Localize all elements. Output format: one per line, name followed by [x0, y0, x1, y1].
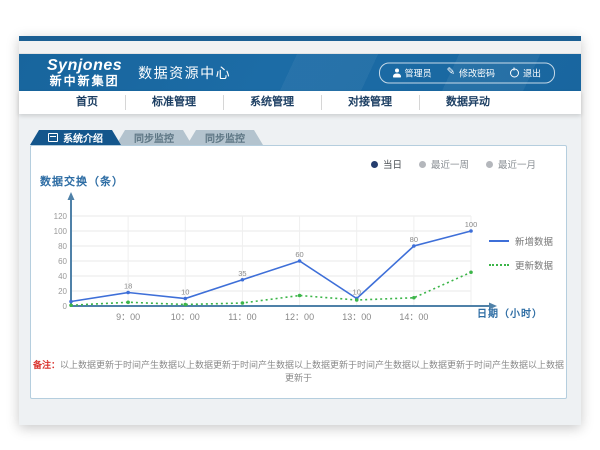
filter-last-month-label: 最近一月 — [498, 157, 536, 171]
document-icon — [48, 133, 58, 142]
power-icon — [510, 68, 519, 77]
y-tick-label: 80 — [58, 242, 67, 251]
filter-last-week[interactable]: 最近一周 — [419, 157, 469, 171]
x-tick-label: 11：00 — [228, 312, 256, 322]
tab-bar: 系统介绍 同步监控 同步监控 — [30, 130, 258, 145]
legend-item-new-data[interactable]: 新增数据 — [489, 234, 553, 248]
user-menu-change-password-label: 修改密码 — [459, 66, 495, 79]
user-menu-change-password[interactable]: ✎ 修改密码 — [447, 66, 495, 79]
footnote-text: 以上数据更新于时间产生数据以上数据更新于时间产生数据以上数据更新于时间产生数据以… — [60, 360, 564, 383]
user-menu-logout-label: 退出 — [523, 66, 541, 79]
x-axis-title: 日期（小时） — [477, 305, 543, 320]
footnote: 备注：以上数据更新于时间产生数据以上数据更新于时间产生数据以上数据更新于时间产生… — [31, 358, 566, 384]
data-point — [469, 229, 473, 233]
tab-sync-monitor-1[interactable]: 同步监控 — [116, 130, 192, 145]
logo-en: Synjones — [47, 57, 122, 75]
data-point-label: 35 — [238, 269, 246, 278]
y-tick-label: 60 — [58, 257, 67, 266]
data-point — [183, 297, 187, 301]
data-point — [69, 303, 73, 307]
data-point — [469, 270, 473, 274]
data-point — [298, 259, 302, 263]
tab-sync-monitor-1-label: 同步监控 — [134, 130, 174, 145]
logo-cn: 新中新集团 — [47, 75, 122, 88]
filter-today[interactable]: 当日 — [371, 157, 402, 171]
nav-item-home[interactable]: 首页 — [49, 91, 125, 114]
data-point-label: 10 — [181, 288, 189, 297]
filter-last-month[interactable]: 最近一月 — [486, 157, 536, 171]
window-top-gap — [19, 41, 581, 54]
nav-item-data-changes[interactable]: 数据异动 — [419, 91, 517, 114]
data-point — [355, 298, 359, 302]
data-point — [183, 303, 187, 307]
user-menu-logout[interactable]: 退出 — [510, 66, 541, 79]
data-point-label: 100 — [465, 220, 478, 229]
data-point — [241, 278, 245, 282]
app-header: Synjones 新中新集团 数据资源中心 管理员 ✎ 修改密码 退出 — [19, 54, 581, 91]
content-area: 系统介绍 同步监控 同步监控 当日 最近一周 — [19, 114, 581, 426]
legend-update-data-label: 更新数据 — [515, 258, 553, 272]
x-tick-label: 12：00 — [285, 312, 314, 322]
radio-icon — [419, 161, 426, 168]
exchange-chart: 0 20 40 60 80 100 120 9：00 10：00 11：00 12：00 13：00 1… — [41, 186, 501, 326]
chart-legend: 新增数据 更新数据 — [489, 234, 553, 272]
nav-item-standards[interactable]: 标准管理 — [125, 91, 223, 114]
app-window: Synjones 新中新集团 数据资源中心 管理员 ✎ 修改密码 退出 首页 标… — [19, 36, 581, 425]
user-menu-admin[interactable]: 管理员 — [393, 66, 432, 79]
user-menu: 管理员 ✎ 修改密码 退出 — [379, 62, 555, 83]
y-tick-label: 120 — [54, 212, 68, 221]
x-tick-label: 14：00 — [399, 312, 428, 322]
range-filter-group: 当日 最近一周 最近一月 — [371, 157, 536, 171]
data-point-label: 80 — [410, 235, 418, 244]
data-point-label: 10 — [353, 288, 361, 297]
tab-system-intro[interactable]: 系统介绍 — [30, 130, 121, 145]
x-tick-label: 10：00 — [171, 312, 200, 322]
data-point — [241, 301, 245, 305]
page-title: 数据资源中心 — [138, 63, 231, 83]
chart-panel: 当日 最近一周 最近一月 数据交换（条） 0204060801001209：00… — [30, 145, 567, 399]
user-menu-admin-label: 管理员 — [405, 66, 432, 79]
data-point-label: 60 — [295, 250, 303, 259]
data-point-label: 18 — [124, 282, 132, 291]
nav-item-system[interactable]: 系统管理 — [223, 91, 321, 114]
nav-item-integration[interactable]: 对接管理 — [321, 91, 419, 114]
y-tick-label: 0 — [63, 302, 68, 311]
footnote-prefix: 备注： — [33, 360, 60, 370]
tab-system-intro-label: 系统介绍 — [63, 130, 103, 145]
radio-icon — [486, 161, 493, 168]
data-point — [69, 300, 73, 304]
solid-line-icon — [489, 240, 509, 242]
y-tick-label: 100 — [54, 227, 68, 236]
legend-new-data-label: 新增数据 — [515, 234, 553, 248]
filter-last-week-label: 最近一周 — [431, 157, 469, 171]
main-nav: 首页 标准管理 系统管理 对接管理 数据异动 — [19, 91, 581, 114]
legend-item-update-data[interactable]: 更新数据 — [489, 258, 553, 272]
dotted-line-icon — [489, 264, 509, 266]
y-tick-label: 20 — [58, 287, 67, 296]
radio-selected-icon — [371, 161, 378, 168]
data-point — [412, 296, 416, 300]
edit-icon: ✎ — [447, 68, 455, 78]
data-point — [126, 300, 130, 304]
filter-today-label: 当日 — [383, 157, 402, 171]
y-axis-arrow-icon — [68, 192, 75, 200]
tab-sync-monitor-2[interactable]: 同步监控 — [187, 130, 263, 145]
logo[interactable]: Synjones 新中新集团 — [47, 57, 122, 88]
x-tick-label: 9：00 — [116, 312, 140, 322]
user-icon — [393, 68, 401, 77]
x-tick-label: 13：00 — [342, 312, 371, 322]
data-point — [126, 291, 130, 295]
tab-sync-monitor-2-label: 同步监控 — [205, 130, 245, 145]
data-point — [298, 294, 302, 298]
y-tick-label: 40 — [58, 272, 67, 281]
data-point — [412, 244, 416, 248]
